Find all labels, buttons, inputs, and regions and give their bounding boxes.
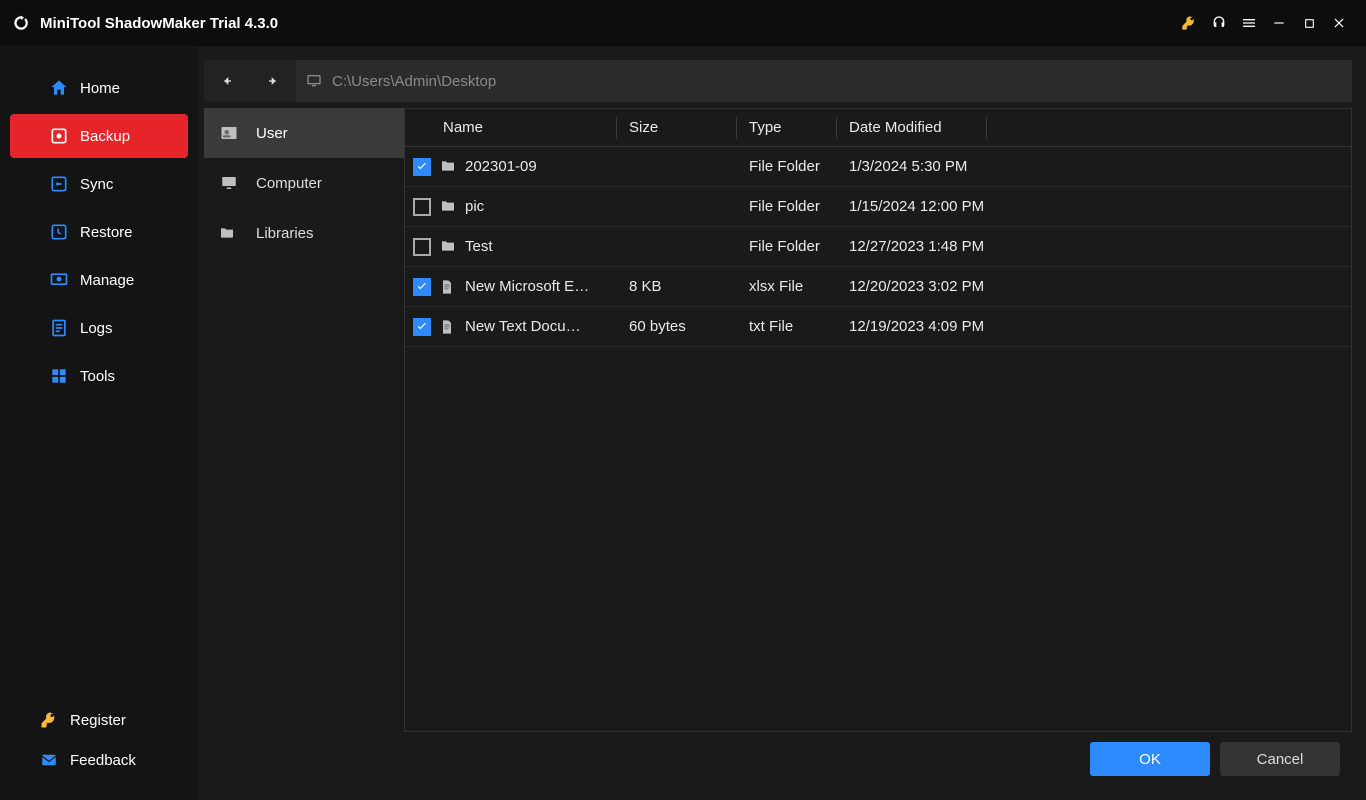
app-title: MiniTool ShadowMaker Trial 4.3.0	[40, 15, 278, 32]
path-input[interactable]: C:\Users\Admin\Desktop	[296, 60, 1352, 102]
folder-icon	[439, 198, 457, 216]
file-size: 60 bytes	[617, 318, 737, 335]
file-row[interactable]: New Microsoft E… 8 KBxlsx File12/20/2023 …	[405, 267, 1351, 307]
file-size: 8 KB	[617, 278, 737, 295]
file-panel: Name Size Type Date Modified 202301-09 Fi…	[404, 108, 1352, 732]
monitor-icon	[306, 72, 324, 90]
file-icon	[439, 278, 457, 296]
sidebar-item-label: Logs	[80, 320, 113, 337]
dialog-footer: OK Cancel	[198, 732, 1352, 786]
sidebar-item-label: Manage	[80, 272, 134, 289]
close-button[interactable]	[1324, 8, 1354, 38]
file-type: File Folder	[737, 238, 837, 255]
file-date: 12/27/2023 1:48 PM	[837, 238, 1351, 255]
file-icon	[439, 318, 457, 336]
tree-item-label: User	[256, 125, 288, 142]
sidebar-item-label: Tools	[80, 368, 115, 385]
tree-item-user[interactable]: User	[204, 108, 404, 158]
mail-icon	[38, 749, 60, 771]
location-tree: User Computer Libraries	[204, 108, 404, 732]
logs-icon	[48, 317, 70, 339]
sidebar-item-home[interactable]: Home	[10, 66, 188, 110]
folder-icon	[439, 158, 457, 176]
cancel-button[interactable]: Cancel	[1220, 742, 1340, 776]
main-panel: C:\Users\Admin\Desktop User Computer Libra…	[198, 46, 1366, 800]
sidebar-footer-label: Feedback	[70, 752, 136, 769]
row-checkbox[interactable]	[413, 318, 431, 336]
nav-back-button[interactable]	[204, 60, 250, 102]
header-size[interactable]: Size	[617, 117, 737, 139]
file-date: 12/19/2023 4:09 PM	[837, 318, 1351, 335]
sidebar: Home Backup Sync Restore Manage Logs Tools Reg…	[0, 46, 198, 800]
path-bar: C:\Users\Admin\Desktop	[204, 60, 1352, 102]
sidebar-item-tools[interactable]: Tools	[10, 354, 188, 398]
header-name[interactable]: Name	[439, 117, 617, 139]
backup-icon	[48, 125, 70, 147]
file-type: File Folder	[737, 158, 837, 175]
row-checkbox[interactable]	[413, 238, 431, 256]
sidebar-item-label: Home	[80, 80, 120, 97]
row-checkbox[interactable]	[413, 158, 431, 176]
file-type: xlsx File	[737, 278, 837, 295]
tree-item-label: Libraries	[256, 225, 314, 242]
sidebar-item-backup[interactable]: Backup	[10, 114, 188, 158]
headset-icon[interactable]	[1204, 8, 1234, 38]
file-row[interactable]: 202301-09 File Folder1/3/2024 5:30 PM	[405, 147, 1351, 187]
header-type[interactable]: Type	[737, 117, 837, 139]
sidebar-item-restore[interactable]: Restore	[10, 210, 188, 254]
file-name: New Text Docu…	[465, 318, 581, 335]
sidebar-footer-feedback[interactable]: Feedback	[0, 740, 198, 780]
sidebar-item-label: Backup	[80, 128, 130, 145]
file-header: Name Size Type Date Modified	[405, 109, 1351, 147]
title-bar: MiniTool ShadowMaker Trial 4.3.0	[0, 0, 1366, 46]
app-logo-icon	[12, 14, 30, 32]
file-row[interactable]: Test File Folder12/27/2023 1:48 PM	[405, 227, 1351, 267]
folder-icon	[218, 223, 244, 243]
key-titlebar-icon[interactable]	[1174, 8, 1204, 38]
maximize-button[interactable]	[1294, 8, 1324, 38]
tools-icon	[48, 365, 70, 387]
sync-icon	[48, 173, 70, 195]
file-row[interactable]: pic File Folder1/15/2024 12:00 PM	[405, 187, 1351, 227]
file-date: 1/15/2024 12:00 PM	[837, 198, 1351, 215]
file-name: Test	[465, 238, 493, 255]
sidebar-item-label: Restore	[80, 224, 133, 241]
menu-icon[interactable]	[1234, 8, 1264, 38]
path-value: C:\Users\Admin\Desktop	[332, 73, 496, 90]
file-name: New Microsoft E…	[465, 278, 589, 295]
restore-icon	[48, 221, 70, 243]
manage-icon	[48, 269, 70, 291]
file-name: pic	[465, 198, 484, 215]
ok-button[interactable]: OK	[1090, 742, 1210, 776]
file-row[interactable]: New Text Docu… 60 bytestxt File12/19/2023…	[405, 307, 1351, 347]
tree-item-computer[interactable]: Computer	[204, 158, 404, 208]
minimize-button[interactable]	[1264, 8, 1294, 38]
header-date[interactable]: Date Modified	[837, 117, 987, 139]
file-date: 12/20/2023 3:02 PM	[837, 278, 1351, 295]
key-icon	[38, 709, 60, 731]
tree-item-label: Computer	[256, 175, 322, 192]
user-card-icon	[218, 123, 244, 143]
tree-item-libraries[interactable]: Libraries	[204, 208, 404, 258]
monitor-icon	[218, 173, 244, 193]
sidebar-item-label: Sync	[80, 176, 113, 193]
sidebar-footer-register[interactable]: Register	[0, 700, 198, 740]
file-name: 202301-09	[465, 158, 537, 175]
file-list: 202301-09File Folder1/3/2024 5:30 PMpicF…	[405, 147, 1351, 731]
sidebar-item-sync[interactable]: Sync	[10, 162, 188, 206]
row-checkbox[interactable]	[413, 278, 431, 296]
sidebar-footer-label: Register	[70, 712, 126, 729]
home-icon	[48, 77, 70, 99]
file-type: txt File	[737, 318, 837, 335]
nav-forward-button[interactable]	[250, 60, 296, 102]
file-type: File Folder	[737, 198, 837, 215]
row-checkbox[interactable]	[413, 198, 431, 216]
sidebar-item-logs[interactable]: Logs	[10, 306, 188, 350]
folder-icon	[439, 238, 457, 256]
sidebar-item-manage[interactable]: Manage	[10, 258, 188, 302]
file-date: 1/3/2024 5:30 PM	[837, 158, 1351, 175]
